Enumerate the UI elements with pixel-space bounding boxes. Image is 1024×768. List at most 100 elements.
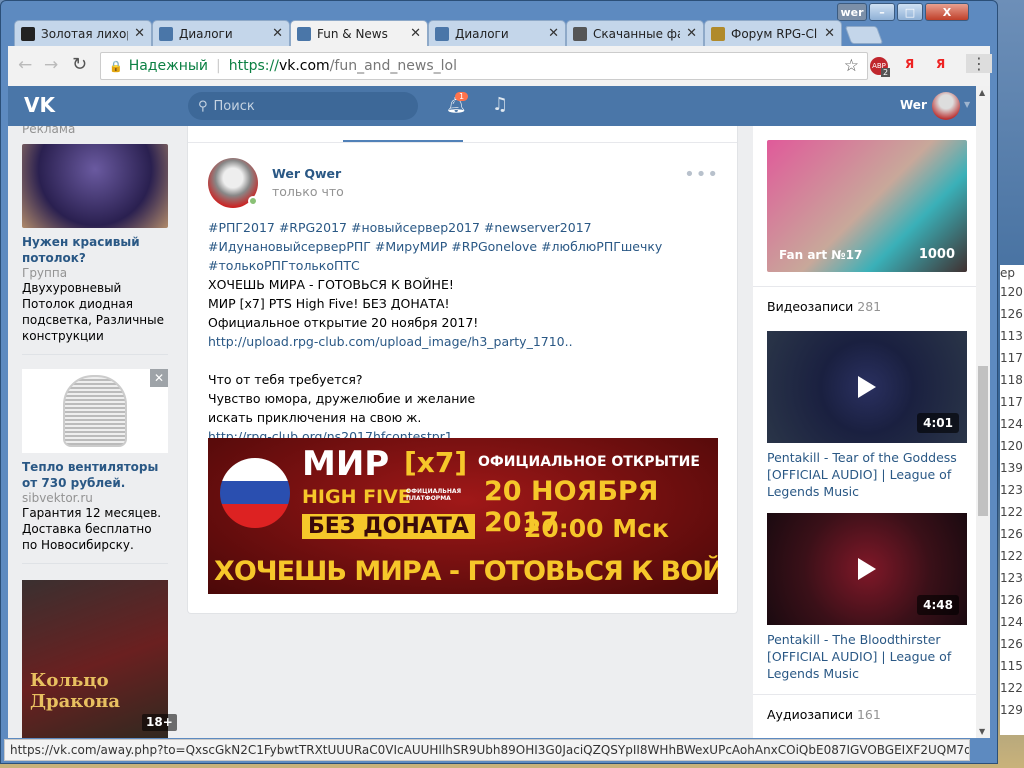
video-thumbnail[interactable]: 4:01 <box>767 331 967 443</box>
album-count: 1000 <box>918 247 955 262</box>
z-icon <box>21 26 35 41</box>
album-cover[interactable]: Fan art №17 1000 <box>767 140 967 272</box>
scroll-down-icon[interactable]: ▼ <box>979 727 985 736</box>
address-bar[interactable]: 🔒 Надежный | https://vk.com/fun_and_news… <box>100 52 868 80</box>
vk-dialog-icon <box>159 26 173 41</box>
post-link[interactable]: http://upload.rpg-club.com/upload_image/… <box>208 332 723 351</box>
tab-4[interactable]: Скачанные файлы ✕ <box>566 20 704 46</box>
ads-column: Реклама Нужен красивый потолок? Группа Д… <box>22 126 168 738</box>
new-tab-button[interactable] <box>844 26 884 44</box>
cell-value: 122 <box>1000 681 1023 695</box>
play-icon <box>858 376 876 398</box>
video-title[interactable]: Pentakill - Tear of the Goddess [OFFICIA… <box>767 449 967 500</box>
vertical-scrollbar[interactable]: ▲ ▼ <box>976 86 990 738</box>
tab-label: Форум RPG-Club <box>731 26 818 41</box>
ad-text: Гарантия 12 месяцев. Доставка бесплатно … <box>22 506 162 552</box>
minimize-button[interactable]: – <box>869 3 895 21</box>
chevron-down-icon[interactable]: ▼ <box>964 100 970 109</box>
tab-2[interactable]: Fun & News ✕ <box>290 20 428 46</box>
user-badge: wer <box>837 3 867 21</box>
back-icon[interactable]: ← <box>18 55 32 75</box>
close-window-button[interactable]: X <box>925 3 969 21</box>
online-indicator <box>248 196 258 206</box>
tab-3[interactable]: Диалоги ✕ <box>428 20 566 46</box>
search-input[interactable]: ⚲ Поиск <box>188 92 418 120</box>
tab-label: Диалоги <box>179 26 233 41</box>
crest-icon <box>711 26 725 41</box>
ads-heading: Реклама <box>22 126 76 136</box>
vk-dialog-icon <box>435 26 449 41</box>
cell-value: 113 <box>1000 329 1023 343</box>
yandex-icon-2[interactable]: Я <box>936 57 945 71</box>
banner-nodonate: БЕЗ ДОНАТА <box>302 514 475 539</box>
user-avatar[interactable] <box>932 92 960 120</box>
cell-value: 126 <box>1000 637 1023 651</box>
close-ad-icon[interactable]: ✕ <box>150 369 168 387</box>
bookmark-star-icon[interactable]: ☆ <box>844 56 859 76</box>
cell-value: 115 <box>1000 659 1023 673</box>
search-placeholder: Поиск <box>213 98 255 114</box>
tab-label: Диалоги <box>455 26 509 41</box>
dove-globe-logo <box>220 458 290 528</box>
videos-label[interactable]: Видеозаписи <box>767 299 853 314</box>
ad-image-heater[interactable]: ✕ <box>22 369 168 453</box>
tab-1[interactable]: Диалоги ✕ <box>152 20 290 46</box>
cell-value: 122 <box>1000 505 1023 519</box>
download-icon <box>573 26 587 41</box>
scrollbar-thumb[interactable] <box>978 366 988 516</box>
tab-5[interactable]: Форум RPG-Club ✕ <box>704 20 842 46</box>
adblock-badge: 2 <box>881 68 891 77</box>
ad-title[interactable]: Тепло вентиляторы от 730 рублей. <box>22 459 168 491</box>
forward-icon[interactable]: → <box>44 55 58 75</box>
cell-value: 126 <box>1000 593 1023 607</box>
post-line: Чувство юмора, дружелюбие и желание <box>208 391 476 406</box>
close-tab-icon[interactable]: ✕ <box>134 26 145 41</box>
tab-label: Золотая лихорадка <box>41 26 128 41</box>
ad-title[interactable]: Нужен красивый потолок? <box>22 234 168 266</box>
user-name[interactable]: Wer <box>900 98 927 112</box>
menu-icon[interactable]: ⋮ <box>966 54 992 73</box>
cell-value: 120 <box>1000 439 1023 453</box>
cell-value: 139 <box>1000 461 1023 475</box>
post-author[interactable]: Wer Qwer <box>272 166 341 181</box>
cell-value: 124 <box>1000 417 1023 431</box>
wall-post: Wer Qwer только что ••• #РПГ2017 #RPG201… <box>187 126 738 614</box>
video-title[interactable]: Pentakill - The Bloodthirster [OFFICIAL … <box>767 631 967 682</box>
video-thumbnail[interactable]: 4:48 <box>767 513 967 625</box>
video-duration: 4:01 <box>917 413 959 433</box>
vk-logo[interactable]: VK <box>24 93 55 117</box>
cell-value: 123 <box>1000 483 1023 497</box>
lock-icon: 🔒 <box>109 59 123 73</box>
cell-value: 124 <box>1000 615 1023 629</box>
cell-value: 126 <box>1000 527 1023 541</box>
more-options-icon[interactable]: ••• <box>684 164 719 185</box>
status-bar-url: https://vk.com/away.php?to=QxscGkN2C1Fyb… <box>4 739 970 761</box>
audio-label[interactable]: Аудиозаписи <box>767 707 853 722</box>
music-icon[interactable]: ♫ <box>492 94 508 115</box>
post-hashtags[interactable]: #РПГ2017 #RPG2017 #новыйсервер2017 #news… <box>208 218 723 275</box>
secure-label: Надежный <box>128 58 209 74</box>
close-tab-icon[interactable]: ✕ <box>272 26 283 41</box>
tab-0[interactable]: Золотая лихорадка ✕ <box>14 20 152 46</box>
post-line: искать приключения на свою ж. <box>208 410 422 425</box>
maximize-button[interactable]: □ <box>897 3 923 21</box>
vk-header: VK ⚲ Поиск 🔔︎ 1 ♫ Wer ▼ <box>8 86 976 126</box>
reload-icon[interactable]: ↻ <box>72 54 87 75</box>
url-host: vk.com <box>278 58 330 74</box>
post-line: Что от тебя требуется? <box>208 372 363 387</box>
close-tab-icon[interactable]: ✕ <box>824 26 835 41</box>
close-tab-icon[interactable]: ✕ <box>686 26 697 41</box>
post-time[interactable]: только что <box>272 184 344 199</box>
ad-image-ceiling[interactable] <box>22 144 168 228</box>
post-banner-image[interactable]: МИР [x7] HIGH FIVE ОФИЦИАЛЬНАЯ ПЛАТФОРМА… <box>208 438 718 594</box>
cell-value: 117 <box>1000 395 1023 409</box>
cell-value: 118 <box>1000 373 1023 387</box>
page-content: Реклама Нужен красивый потолок? Группа Д… <box>8 126 976 738</box>
yandex-icon[interactable]: Я <box>905 57 914 71</box>
search-icon: ⚲ <box>198 98 208 114</box>
post-line: Официальное открытие 20 ноября 2017! <box>208 315 479 330</box>
videos-count: 281 <box>857 299 882 314</box>
close-tab-icon[interactable]: ✕ <box>410 26 421 41</box>
close-tab-icon[interactable]: ✕ <box>548 26 559 41</box>
scroll-up-icon[interactable]: ▲ <box>979 88 985 97</box>
